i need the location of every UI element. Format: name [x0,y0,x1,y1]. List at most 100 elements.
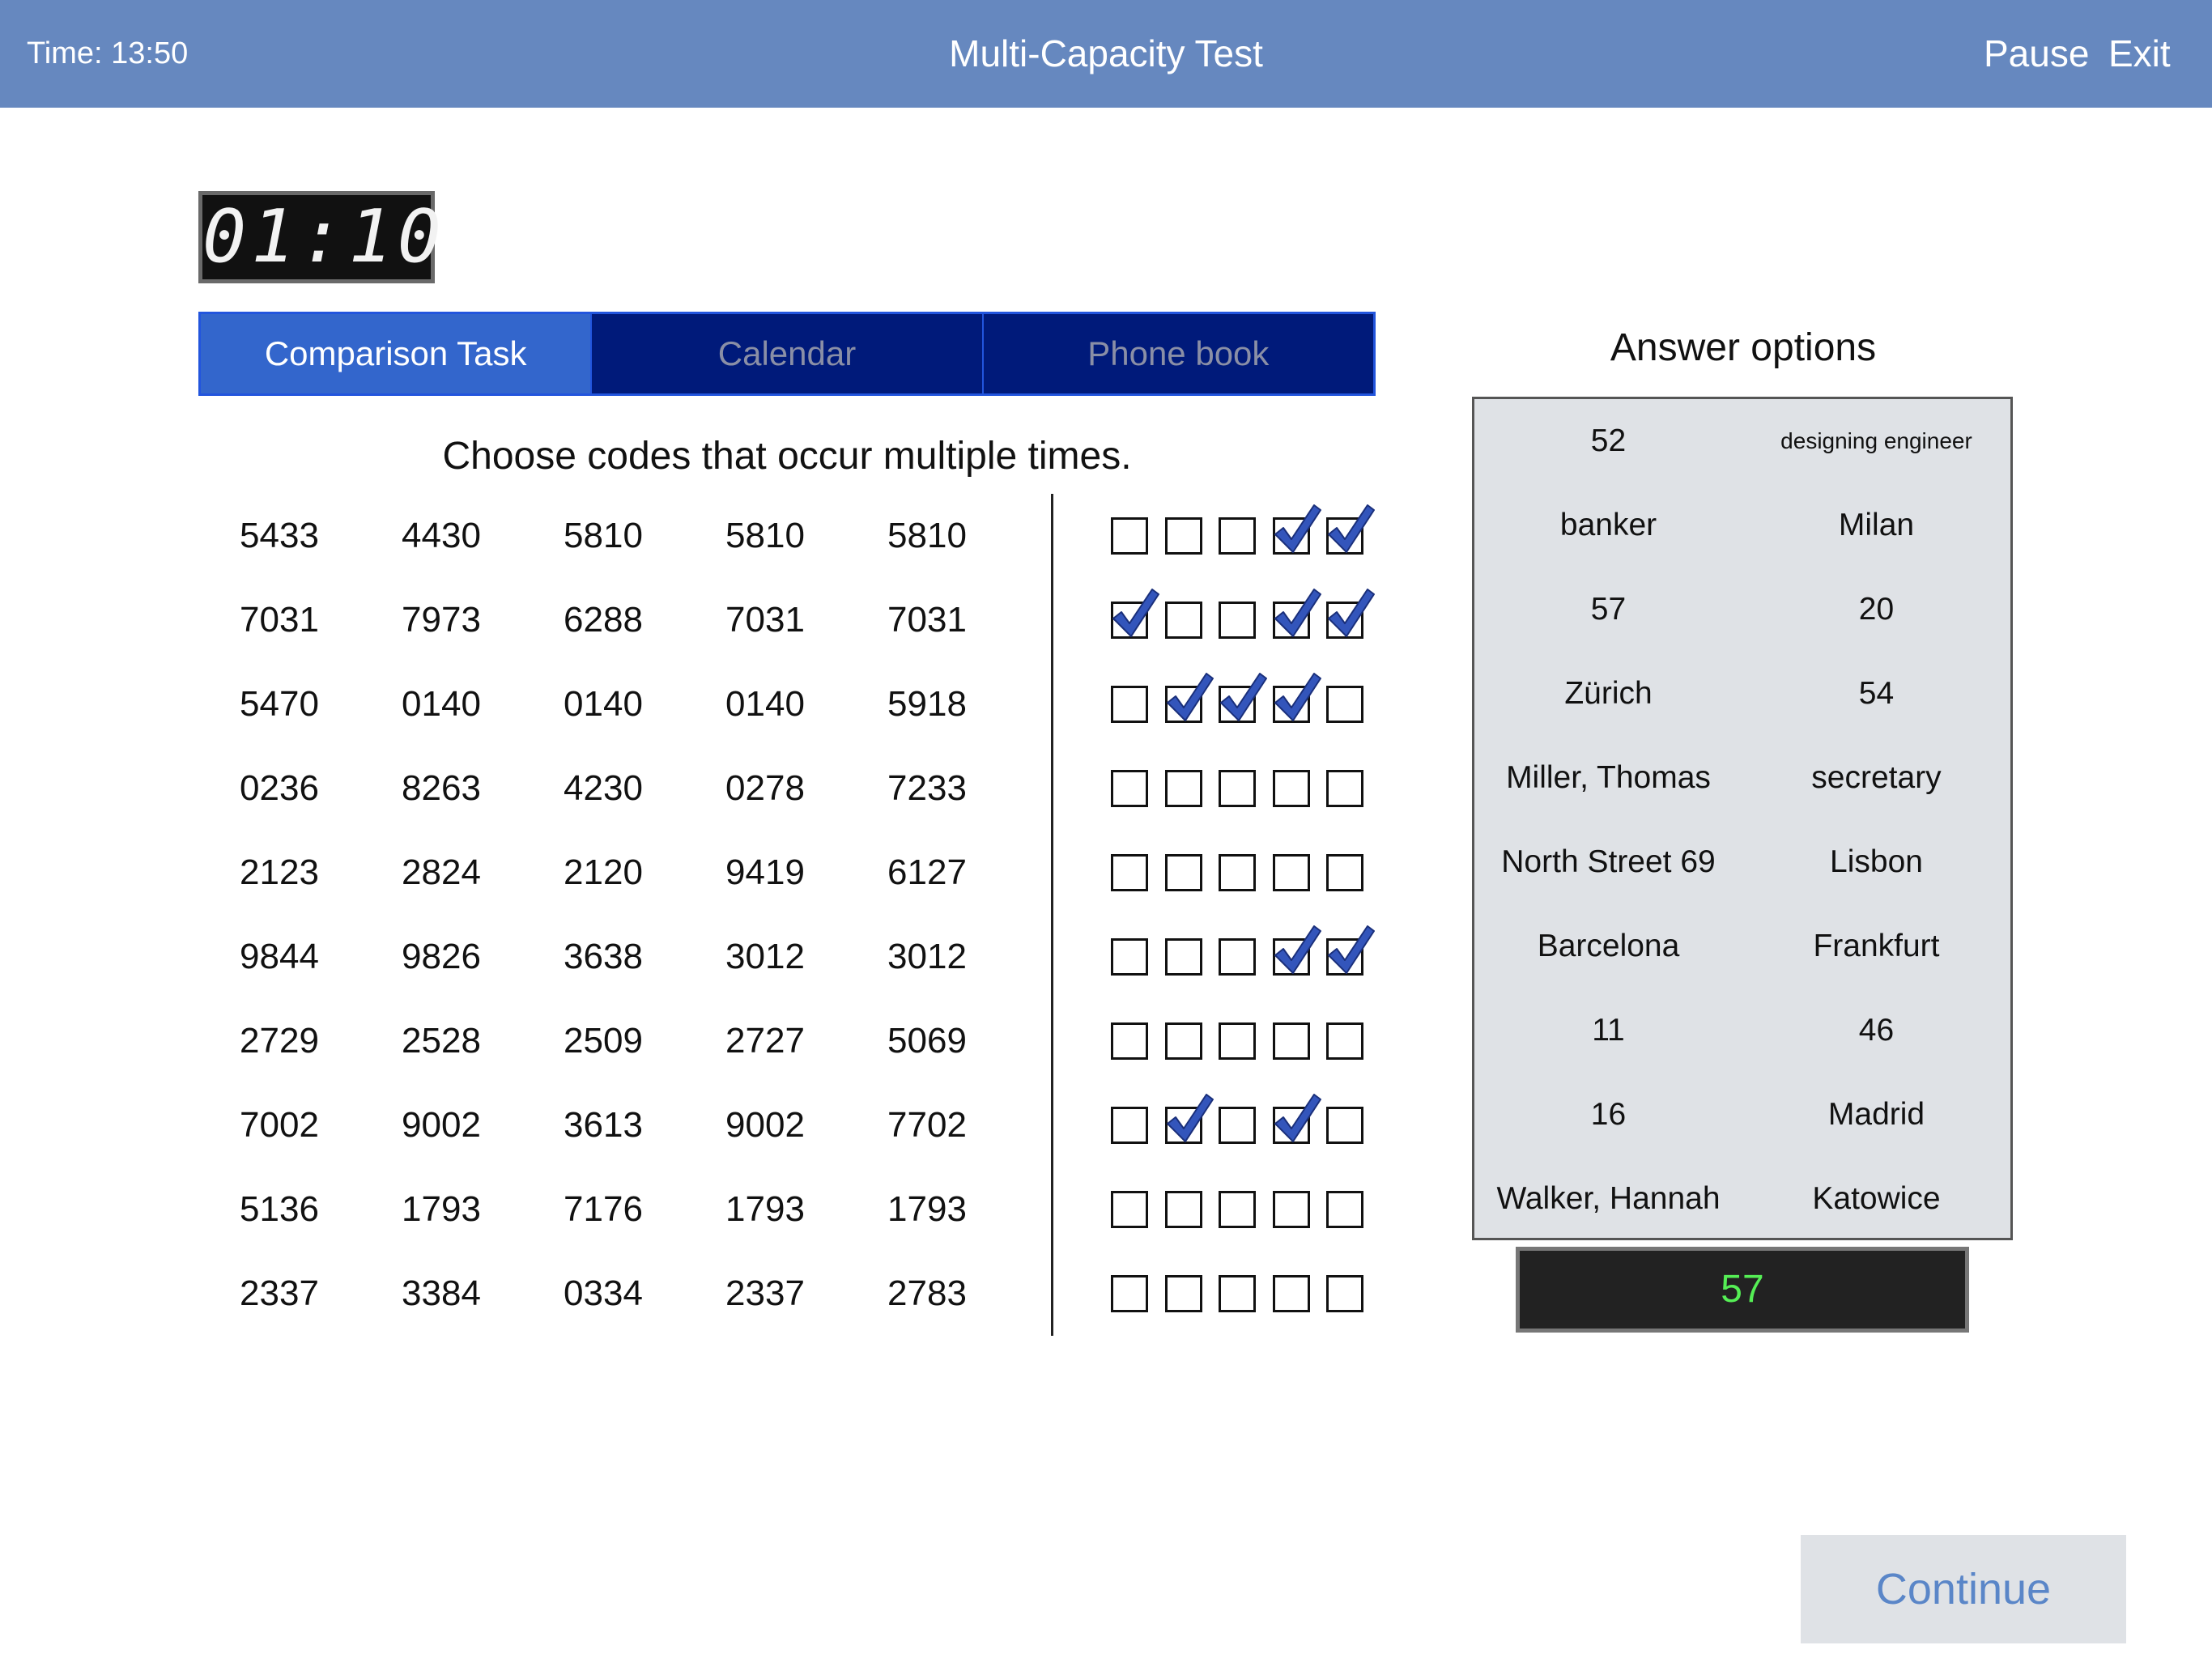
code-checkbox[interactable] [1273,925,1321,976]
code-checkbox[interactable] [1165,854,1202,891]
code-cell: 2824 [402,852,481,892]
code-checkbox[interactable] [1219,938,1256,976]
code-checkbox[interactable] [1326,686,1363,723]
tab-comparison-task[interactable]: Comparison Task [201,314,593,393]
answer-option[interactable]: 52 [1474,399,1742,483]
code-cell: 9002 [402,1105,481,1145]
answer-option[interactable]: Frankfurt [1742,904,2010,988]
code-cell: 5069 [887,1021,967,1061]
code-checkbox[interactable] [1273,1275,1310,1312]
code-checkbox[interactable] [1165,1191,1202,1228]
code-checkbox[interactable] [1219,517,1256,555]
code-cell: 7031 [887,600,967,640]
code-checkbox[interactable] [1165,770,1202,807]
code-checkbox[interactable] [1111,854,1148,891]
answer-option[interactable]: Lisbon [1742,820,2010,904]
code-checkbox[interactable] [1273,770,1310,807]
code-cell: 8263 [402,768,481,808]
code-cell: 7031 [725,600,805,640]
answer-option[interactable]: 11 [1474,988,1742,1073]
code-checkbox[interactable] [1165,1275,1202,1312]
checkbox-row [1111,494,1378,578]
code-checkbox[interactable] [1326,770,1363,807]
code-cell: 1793 [887,1189,967,1229]
code-checkbox[interactable] [1165,938,1202,976]
code-checkbox[interactable] [1111,938,1148,976]
tab-calendar[interactable]: Calendar [592,314,984,393]
code-checkbox[interactable] [1273,589,1321,639]
code-checkbox[interactable] [1111,589,1159,639]
code-cell: 0140 [402,684,481,724]
code-checkbox[interactable] [1326,589,1375,639]
code-cell: 0140 [725,684,805,724]
code-checkbox[interactable] [1326,504,1375,555]
checkmark-icon [1220,673,1267,721]
code-checkbox[interactable] [1219,1107,1256,1144]
code-checkbox[interactable] [1273,1094,1321,1144]
answer-option[interactable]: North Street 69 [1474,820,1742,904]
answer-option[interactable]: Miller, Thomas [1474,736,1742,820]
code-cell: 2337 [240,1273,319,1313]
checkmark-icon [1112,589,1159,637]
exit-button[interactable]: Exit [2108,0,2171,108]
code-checkbox[interactable] [1165,602,1202,639]
answer-option[interactable]: banker [1474,483,1742,568]
answer-option-row: banker Milan [1474,483,2010,568]
answer-option[interactable]: 57 [1474,568,1742,652]
continue-button[interactable]: Continue [1801,1535,2126,1643]
code-cell: 2783 [887,1273,967,1313]
code-checkbox[interactable] [1273,1191,1310,1228]
code-checkbox[interactable] [1219,1191,1256,1228]
code-checkbox[interactable] [1111,1191,1148,1228]
code-checkbox[interactable] [1111,517,1148,555]
answer-option[interactable]: Madrid [1742,1073,2010,1157]
countdown-timer: 01:10 [198,191,441,283]
tab-phone-book[interactable]: Phone book [983,314,1373,393]
code-row: 7031 7973 6288 7031 7031 [198,578,1008,662]
answer-option[interactable]: 16 [1474,1073,1742,1157]
code-checkbox[interactable] [1111,1107,1148,1144]
code-checkbox[interactable] [1219,1022,1256,1060]
code-checkbox[interactable] [1326,1107,1363,1144]
code-checkbox[interactable] [1165,1022,1202,1060]
code-checkbox[interactable] [1111,686,1148,723]
code-checkbox[interactable] [1219,1275,1256,1312]
code-checkbox[interactable] [1273,673,1321,723]
code-checkbox[interactable] [1111,1275,1148,1312]
answer-option[interactable]: 46 [1742,988,2010,1073]
checkmark-icon [1274,925,1321,974]
code-checkbox[interactable] [1273,504,1321,555]
answer-option[interactable]: Milan [1742,483,2010,568]
code-checkbox[interactable] [1326,925,1375,976]
code-checkbox[interactable] [1165,1094,1214,1144]
answer-option[interactable]: designing engineer [1742,399,2010,483]
answer-options-title: Answer options [1610,326,1877,369]
code-checkbox[interactable] [1111,1022,1148,1060]
code-checkbox[interactable] [1273,1022,1310,1060]
pause-button[interactable]: Pause [1984,0,2089,108]
checkmark-icon [1167,1094,1214,1142]
code-cell: 7233 [887,768,967,808]
code-cell: 0334 [564,1273,643,1313]
code-checkbox[interactable] [1219,602,1256,639]
code-checkbox[interactable] [1326,854,1363,891]
answer-option[interactable]: 20 [1742,568,2010,652]
code-cell: 6288 [564,600,643,640]
answer-option[interactable]: Barcelona [1474,904,1742,988]
code-checkbox[interactable] [1273,854,1310,891]
code-checkbox[interactable] [1111,770,1148,807]
code-checkbox[interactable] [1165,517,1202,555]
answer-option[interactable]: Zürich [1474,652,1742,736]
answer-option[interactable]: Walker, Hannah [1474,1157,1742,1241]
code-checkbox[interactable] [1326,1275,1363,1312]
code-checkbox[interactable] [1326,1191,1363,1228]
code-checkbox[interactable] [1219,673,1267,723]
code-checkbox[interactable] [1219,770,1256,807]
code-checkbox[interactable] [1165,673,1214,723]
code-checkbox[interactable] [1219,854,1256,891]
code-row: 2729 2528 2509 2727 5069 [198,999,1008,1083]
code-checkbox[interactable] [1326,1022,1363,1060]
answer-option[interactable]: 54 [1742,652,2010,736]
answer-option[interactable]: Katowice [1742,1157,2010,1241]
answer-option[interactable]: secretary [1742,736,2010,820]
